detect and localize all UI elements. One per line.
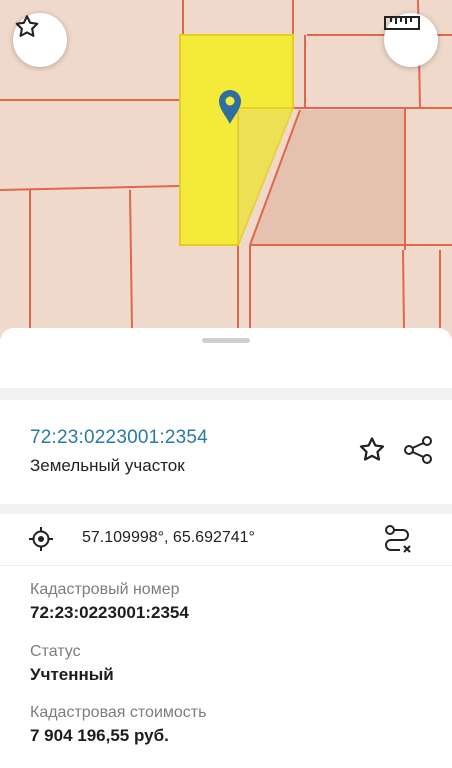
star-outline-icon[interactable] [357,435,387,465]
cadastral-cost-value: 7 904 196,55 руб. [30,726,169,745]
coordinates-row[interactable]: 57.109998°, 65.692741° [0,514,452,566]
map-view[interactable] [0,0,452,345]
coordinates-text: 57.109998°, 65.692741° [82,529,255,546]
sheet-drag-handle[interactable] [202,338,250,343]
cadastral-map [0,0,452,331]
share-icon[interactable] [402,435,434,465]
status-value: Учтенный [30,665,114,684]
measure-button[interactable] [384,13,438,67]
route-icon[interactable] [381,523,413,555]
status-label: Статус [30,643,81,660]
star-outline-icon [15,15,39,37]
cadastral-number-label: Кадастровый номер [30,581,180,598]
ruler-icon [384,16,420,30]
section-divider [0,504,452,514]
section-divider [0,388,452,400]
location-target-icon [29,527,53,551]
cadastral-number-value: 72:23:0223001:2354 [30,603,189,622]
cadastral-number-link[interactable]: 72:23:0223001:2354 [30,427,208,449]
cadastral-cost-label: Кадастровая стоимость [30,704,207,721]
parcel-info-sheet: 72:23:0223001:2354 Земельный участок 57.… [0,328,452,768]
sheet-header [0,328,452,388]
favorite-button[interactable] [13,13,67,67]
object-type: Земельный участок [30,456,185,475]
